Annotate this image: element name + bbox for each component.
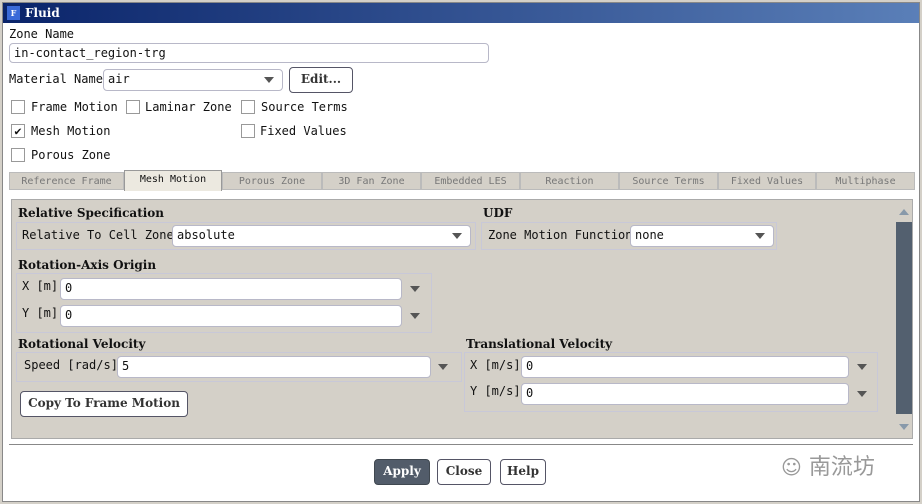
- fluid-dialog: F Fluid Zone Name in-contact_region-trg M…: [2, 2, 920, 502]
- zone-name-input[interactable]: in-contact_region-trg: [9, 43, 489, 63]
- tab-porous-zone[interactable]: Porous Zone: [222, 172, 322, 190]
- porous-zone-label: Porous Zone: [31, 148, 111, 162]
- tab-reference-frame[interactable]: Reference Frame: [9, 172, 124, 190]
- source-terms-checkbox[interactable]: [241, 100, 255, 114]
- zone-motion-function-label: Zone Motion Function: [488, 228, 633, 242]
- material-name-label: Material Name: [9, 72, 103, 86]
- copy-to-frame-motion-button[interactable]: Copy To Frame Motion: [20, 391, 188, 417]
- divider: [9, 444, 913, 445]
- trans-y-label: Y [m/s]: [470, 384, 521, 398]
- tab-fixed-values[interactable]: Fixed Values: [718, 172, 816, 190]
- zone-motion-function-dropdown[interactable]: none: [630, 225, 774, 247]
- rotational-velocity-heading: Rotational Velocity: [18, 337, 146, 351]
- scroll-down-icon[interactable]: [899, 424, 909, 430]
- udf-heading: UDF: [483, 206, 513, 220]
- laminar-zone-label: Laminar Zone: [145, 100, 232, 114]
- frame-motion-checkbox[interactable]: [11, 100, 25, 114]
- trans-x-label: X [m/s]: [470, 358, 521, 372]
- zone-name-label: Zone Name: [9, 27, 75, 41]
- watermark: ☺ 南流坊: [781, 449, 875, 481]
- trans-x-menu-arrow-icon[interactable]: [857, 364, 867, 370]
- window-title: Fluid: [25, 6, 60, 20]
- tab-mesh-motion[interactable]: Mesh Motion: [124, 170, 222, 191]
- mesh-motion-panel: Relative Specification Relative To Cell …: [11, 199, 913, 439]
- relative-cell-zone-dropdown[interactable]: absolute: [172, 225, 471, 247]
- mesh-motion-checkbox[interactable]: ✔: [11, 124, 25, 138]
- help-button[interactable]: Help: [500, 459, 546, 485]
- apply-button[interactable]: Apply: [374, 459, 430, 485]
- material-dropdown[interactable]: air: [103, 69, 283, 91]
- translational-velocity-heading: Translational Velocity: [466, 337, 613, 351]
- speed-label: Speed [rad/s]: [24, 358, 118, 372]
- speed-input[interactable]: 5: [117, 356, 431, 378]
- frame-motion-label: Frame Motion: [31, 100, 118, 114]
- origin-y-label: Y [m]: [22, 306, 59, 320]
- fixed-values-label: Fixed Values: [260, 124, 347, 138]
- watermark-text: 南流坊: [808, 455, 875, 480]
- tab-3d-fan-zone[interactable]: 3D Fan Zone: [322, 172, 421, 190]
- speed-menu-arrow-icon[interactable]: [438, 364, 448, 370]
- checkmark-icon: ✔: [14, 124, 22, 138]
- scroll-up-icon[interactable]: [899, 209, 909, 215]
- wechat-icon: ☺: [781, 455, 802, 479]
- tab-source-terms[interactable]: Source Terms: [619, 172, 718, 190]
- origin-x-input[interactable]: 0: [60, 278, 402, 300]
- edit-button[interactable]: Edit...: [289, 67, 353, 93]
- fixed-values-checkbox[interactable]: [241, 124, 255, 138]
- origin-y-menu-arrow-icon[interactable]: [410, 313, 420, 319]
- vertical-scrollbar[interactable]: [896, 204, 912, 436]
- origin-y-input[interactable]: 0: [60, 305, 402, 327]
- app-icon: F: [7, 6, 20, 20]
- mesh-motion-label: Mesh Motion: [31, 124, 111, 138]
- scrollbar-thumb[interactable]: [896, 222, 912, 414]
- title-bar: F Fluid: [3, 3, 919, 23]
- origin-x-menu-arrow-icon[interactable]: [410, 286, 420, 292]
- relative-spec-heading: Relative Specification: [18, 206, 165, 220]
- tab-multiphase[interactable]: Multiphase: [816, 172, 915, 190]
- origin-x-label: X [m]: [22, 279, 59, 293]
- relative-cell-zone-label: Relative To Cell Zone: [22, 228, 174, 242]
- laminar-zone-checkbox[interactable]: [126, 100, 140, 114]
- trans-y-input[interactable]: 0: [521, 383, 849, 405]
- source-terms-label: Source Terms: [261, 100, 348, 114]
- close-button[interactable]: Close: [437, 459, 491, 485]
- tab-embedded-les[interactable]: Embedded LES: [421, 172, 520, 190]
- trans-y-menu-arrow-icon[interactable]: [857, 391, 867, 397]
- trans-x-input[interactable]: 0: [521, 356, 849, 378]
- rotation-origin-heading: Rotation-Axis Origin: [18, 258, 157, 272]
- tab-reaction[interactable]: Reaction: [520, 172, 619, 190]
- porous-zone-checkbox[interactable]: [11, 148, 25, 162]
